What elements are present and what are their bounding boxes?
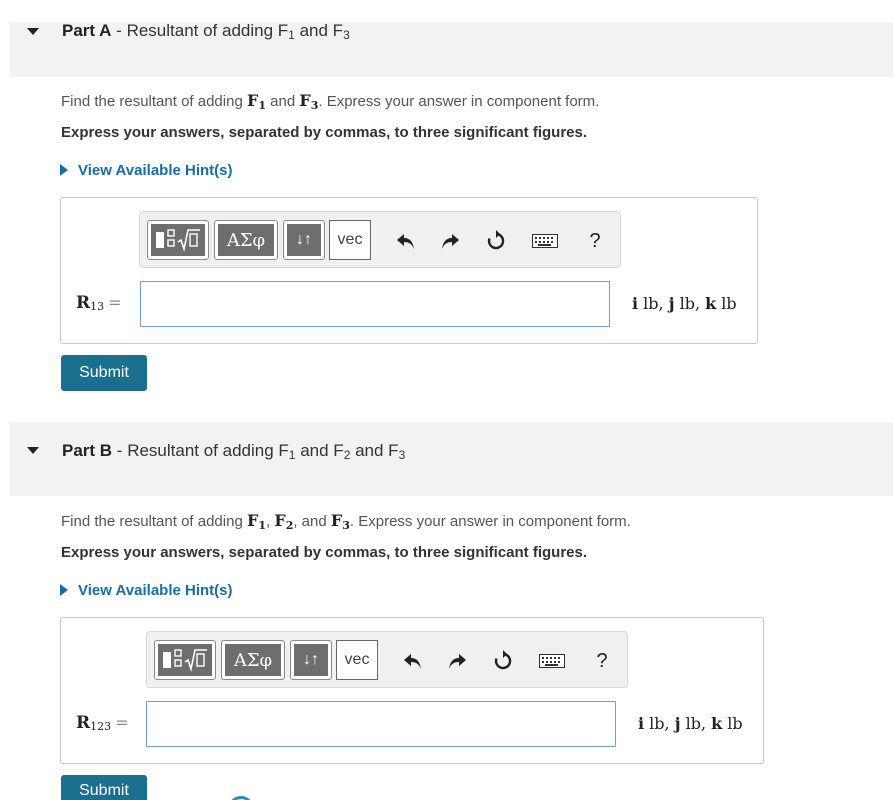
greek-label: ΑΣφ (218, 224, 274, 256)
answer-input[interactable] (140, 281, 610, 327)
answer-variable-label: R123 = (76, 713, 129, 733)
part-a-instruction: Express your answers, separated by comma… (61, 124, 588, 141)
part-b-hint-link[interactable]: View Available Hint(s) (60, 582, 233, 599)
vec-label: vec (329, 220, 371, 260)
part-b-answer-box: ΑΣφ ↓↑ vec ? R123 = i lb, j lb, k lb (60, 617, 764, 764)
redo-icon[interactable] (439, 230, 461, 252)
part-a-title: Part A - Resultant of adding F1 and F3 (62, 21, 350, 42)
submit-button[interactable]: Submit (61, 775, 147, 800)
collapse-caret-icon[interactable] (27, 28, 39, 35)
answer-units: i lb, j lb, k lb (632, 294, 737, 313)
expand-triangle-icon (60, 584, 68, 596)
templates-group[interactable] (147, 220, 209, 260)
submit-button[interactable]: Submit (61, 355, 147, 391)
keyboard-icon[interactable] (531, 230, 559, 252)
keyboard-icon[interactable] (538, 650, 566, 672)
arrows-button[interactable]: ↓↑ (290, 640, 332, 680)
redo-icon[interactable] (446, 650, 468, 672)
reset-icon[interactable] (492, 650, 514, 672)
answer-input[interactable] (146, 701, 616, 747)
vec-button[interactable]: vec (336, 640, 378, 680)
greek-button[interactable]: ΑΣφ (221, 640, 285, 680)
part-b-instruction: Express your answers, separated by comma… (61, 544, 588, 561)
vec-label: vec (336, 640, 378, 680)
math-toolbar: ΑΣφ ↓↑ vec ? (139, 211, 621, 268)
part-b-title: Part B - Resultant of adding F1 and F2 a… (62, 441, 406, 462)
part-a-question: Find the resultant of adding F1 and F3. … (61, 91, 600, 112)
collapse-caret-icon[interactable] (27, 447, 39, 454)
answer-units: i lb, j lb, k lb (638, 714, 743, 733)
fraction-sqrt-icon[interactable] (151, 224, 205, 256)
undo-icon[interactable] (402, 650, 424, 672)
answer-variable-label: R13 = (76, 293, 122, 313)
expand-triangle-icon (60, 164, 68, 176)
math-toolbar: ΑΣφ ↓↑ vec ? (146, 631, 628, 688)
greek-button[interactable]: ΑΣφ (214, 220, 278, 260)
templates-group[interactable] (154, 640, 216, 680)
part-b-question: Find the resultant of adding F1, F2, and… (61, 511, 631, 532)
help-icon[interactable]: ? (584, 230, 606, 252)
feedback-circle-icon (228, 796, 254, 800)
arrows-label: ↓↑ (294, 644, 328, 676)
arrows-button[interactable]: ↓↑ (283, 220, 325, 260)
part-a-hint-link[interactable]: View Available Hint(s) (60, 162, 233, 179)
part-a-answer-box: ΑΣφ ↓↑ vec ? R13 = i lb, j lb, k lb (60, 197, 758, 344)
reset-icon[interactable] (485, 230, 507, 252)
help-icon[interactable]: ? (591, 650, 613, 672)
arrows-label: ↓↑ (287, 224, 321, 256)
greek-label: ΑΣφ (225, 644, 281, 676)
vec-button[interactable]: vec (329, 220, 371, 260)
fraction-sqrt-icon[interactable] (158, 644, 212, 676)
undo-icon[interactable] (395, 230, 417, 252)
